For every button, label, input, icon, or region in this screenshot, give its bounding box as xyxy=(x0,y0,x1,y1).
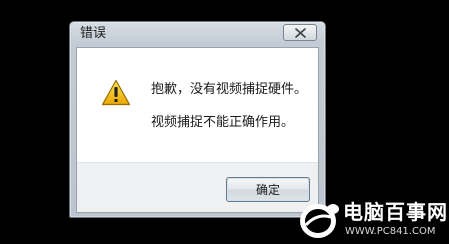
title-bar[interactable]: 错误 xyxy=(70,22,325,46)
pc841-logo-badge xyxy=(300,204,339,238)
error-message-primary: 抱歉，没有视频捕捉硬件。 xyxy=(151,82,308,97)
watermark-site-name: 电脑百事网 xyxy=(343,200,448,224)
site-watermark-logo: 电脑百事网 WWW.PC841.COM xyxy=(297,199,447,242)
error-dialog: 错误 抱歉，没有视频捕捉硬件。 视频捕捉不能正确作用。 确定 xyxy=(69,21,326,218)
warning-icon xyxy=(101,79,131,106)
dialog-title: 错误 xyxy=(80,26,107,41)
close-icon xyxy=(294,27,306,38)
error-message-secondary: 视频捕捉不能正确作用。 xyxy=(151,115,295,130)
desktop-background: 错误 抱歉，没有视频捕捉硬件。 视频捕捉不能正确作用。 确定 电脑百事网 WWW… xyxy=(0,0,449,244)
watermark-site-url: WWW.PC841.COM xyxy=(345,226,436,237)
dialog-content: 抱歉，没有视频捕捉硬件。 视频捕捉不能正确作用。 确定 xyxy=(76,47,319,213)
close-button[interactable] xyxy=(283,24,317,41)
dialog-footer: 确定 xyxy=(77,162,318,212)
